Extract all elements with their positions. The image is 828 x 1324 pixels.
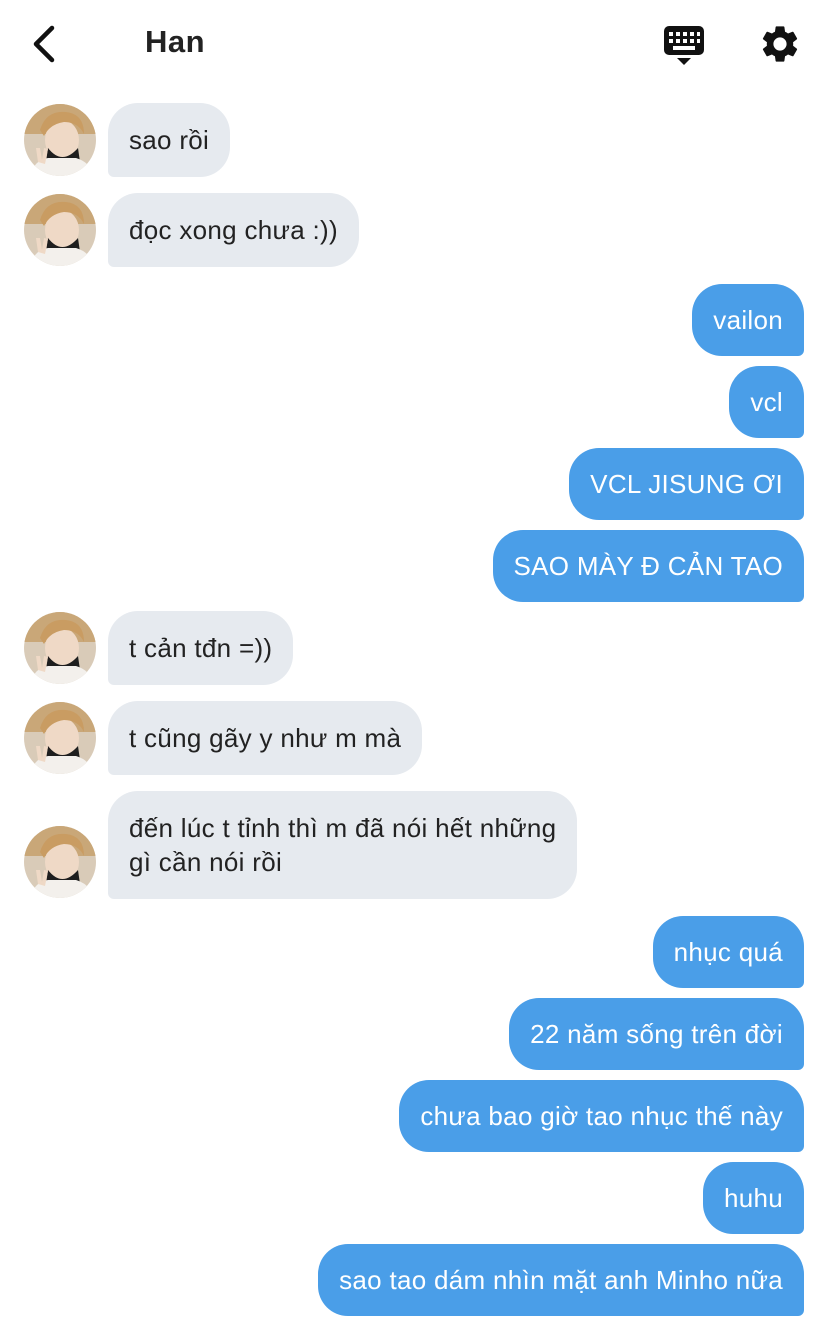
message-text: SAO MÀY Đ CẢN TAO [513,551,783,581]
keyboard-icon [664,26,704,65]
avatar-photo [24,194,96,266]
outgoing-message[interactable]: vcl [729,366,804,438]
outgoing-message[interactable]: vailon [692,284,804,356]
avatar-photo [24,104,96,176]
avatar-photo [24,702,96,774]
message-text: VCL JISUNG ƠI [590,469,783,499]
gear-icon [762,26,798,62]
incoming-message[interactable]: đọc xong chưa :)) [108,193,359,267]
outgoing-message[interactable]: VCL JISUNG ƠI [569,448,804,520]
contact-name: Han [145,24,206,59]
message-text: 22 năm sống trên đời [530,1019,783,1049]
message-text: sao tao dám nhìn mặt anh Minho nữa [339,1265,783,1295]
avatar-photo [24,612,96,684]
message-text-line: đến lúc t tỉnh thì m đã nói hết những [129,813,557,843]
message-text: sao rồi [129,125,210,155]
avatar[interactable] [24,702,96,774]
outgoing-message[interactable]: sao tao dám nhìn mặt anh Minho nữa [318,1244,804,1316]
message-text-line: gì cần nói rồi [129,847,283,877]
message-text: t cũng gãy y như m mà [129,723,402,753]
keyboard-button[interactable] [662,24,706,68]
chat-header: Han [0,0,828,90]
message-text: huhu [723,1183,783,1213]
incoming-message[interactable]: t cũng gãy y như m mà [108,701,423,775]
avatar[interactable] [24,826,96,898]
incoming-message[interactable]: sao rồi [108,103,231,177]
incoming-message[interactable]: t cản tđn =)) [108,611,294,685]
outgoing-message[interactable]: nhục quá [652,916,804,988]
chevron-left-icon [33,25,55,63]
avatar[interactable] [24,194,96,266]
avatar[interactable] [24,612,96,684]
settings-button[interactable] [758,22,802,66]
avatar[interactable] [24,104,96,176]
message-text: vailon [713,305,783,335]
message-text: t cản tđn =)) [129,633,273,663]
outgoing-message[interactable]: SAO MÀY Đ CẢN TAO [492,530,804,602]
outgoing-message[interactable]: 22 năm sống trên đời [509,998,804,1070]
incoming-message[interactable]: đến lúc t tỉnh thì m đã nói hết những gì… [108,791,578,899]
message-text: nhục quá [673,937,783,967]
back-button[interactable] [26,22,66,66]
message-text: vcl [750,387,783,417]
avatar-photo [24,826,96,898]
outgoing-message[interactable]: chưa bao giờ tao nhục thế này [399,1080,804,1152]
message-text: đọc xong chưa :)) [129,215,338,245]
message-text: chưa bao giờ tao nhục thế này [420,1101,783,1131]
outgoing-message[interactable]: huhu [702,1162,804,1234]
